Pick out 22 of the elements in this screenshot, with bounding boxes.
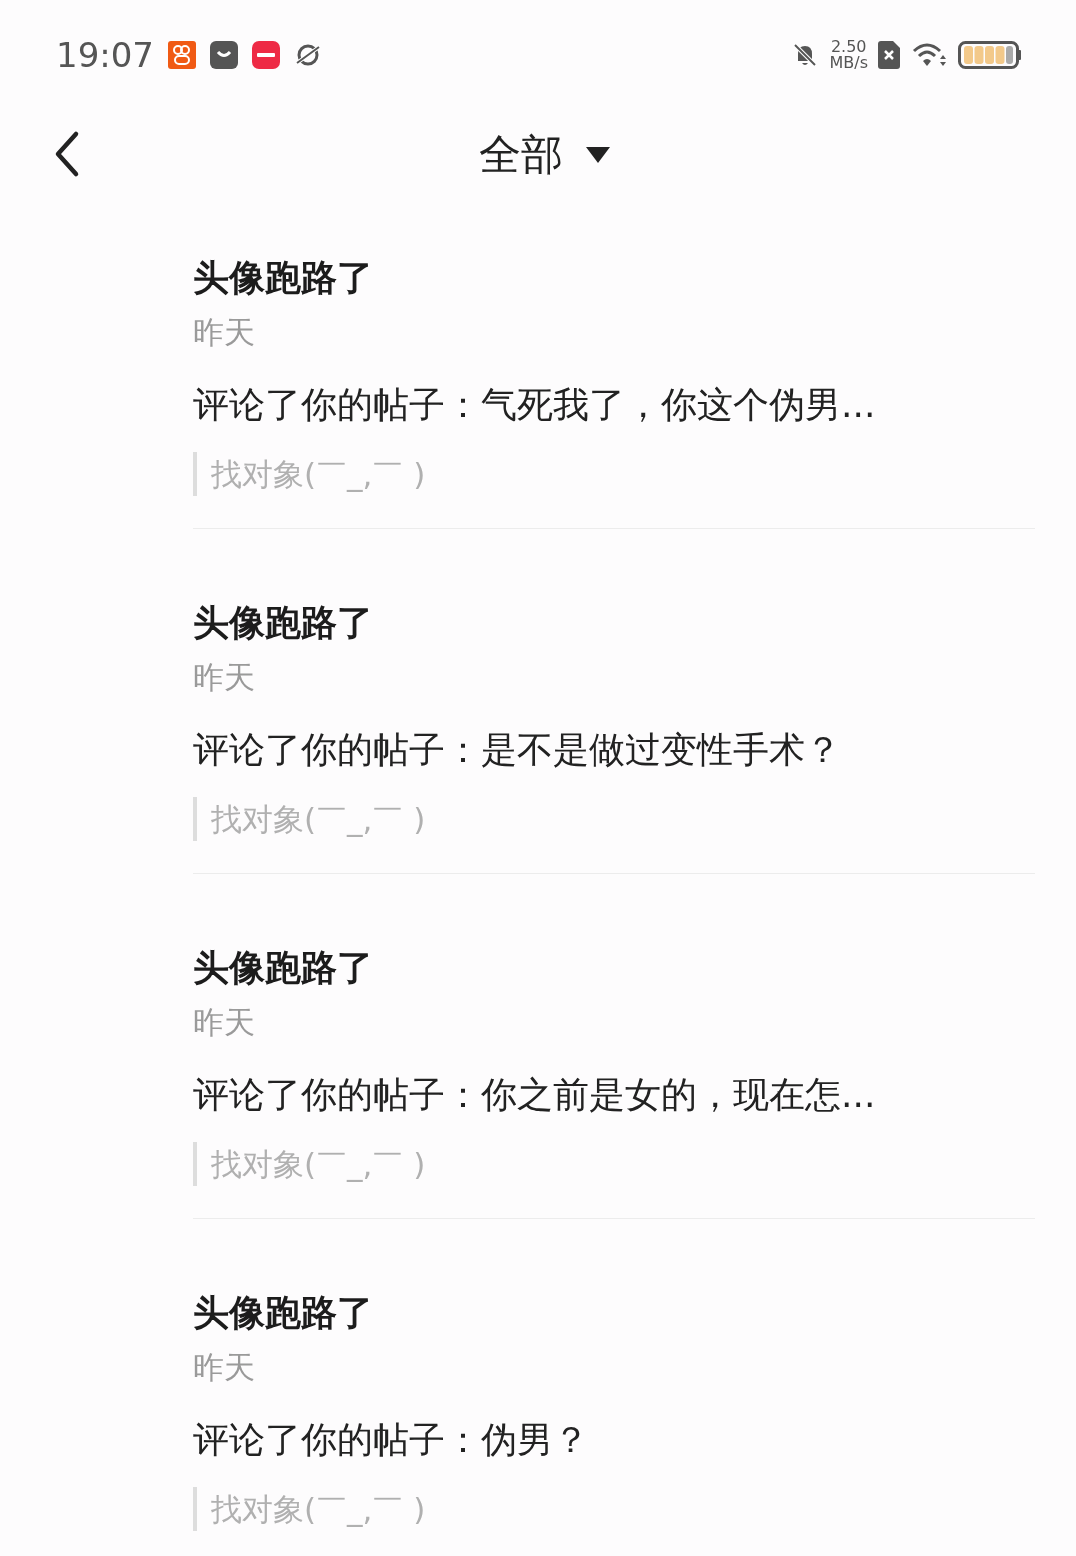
battery-icon <box>958 41 1022 69</box>
user-name[interactable]: 头像跑路了 <box>193 946 1035 990</box>
user-name[interactable]: 头像跑路了 <box>193 256 1035 300</box>
status-time: 19:07 <box>56 35 154 75</box>
no-sim-icon <box>878 41 900 69</box>
app-icon <box>252 41 280 69</box>
comment-text[interactable]: 评论了你的帖子：你之前是女的，现在怎... <box>193 1072 1035 1118</box>
user-name[interactable]: 头像跑路了 <box>193 601 1035 645</box>
timestamp: 昨天 <box>193 1003 256 1042</box>
timestamp: 昨天 <box>193 313 256 352</box>
comment-text[interactable]: 评论了你的帖子：是不是做过变性手术？ <box>193 727 1035 773</box>
user-name[interactable]: 头像跑路了 <box>193 1291 1035 1335</box>
timestamp: 昨天 <box>193 658 256 697</box>
comment-text[interactable]: 评论了你的帖子：伪男？ <box>193 1417 1035 1463</box>
app-icon <box>168 41 196 69</box>
filter-dropdown[interactable]: 全部 <box>479 127 611 183</box>
bag-icon <box>210 41 238 69</box>
caret-icon <box>585 146 611 164</box>
comment-text[interactable]: 评论了你的帖子：气死我了，你这个伪男... <box>193 382 1035 428</box>
speed-unit: MB/s <box>829 55 868 71</box>
timestamp: 昨天 <box>193 1348 256 1387</box>
network-speed: 2.50 <box>830 39 867 55</box>
